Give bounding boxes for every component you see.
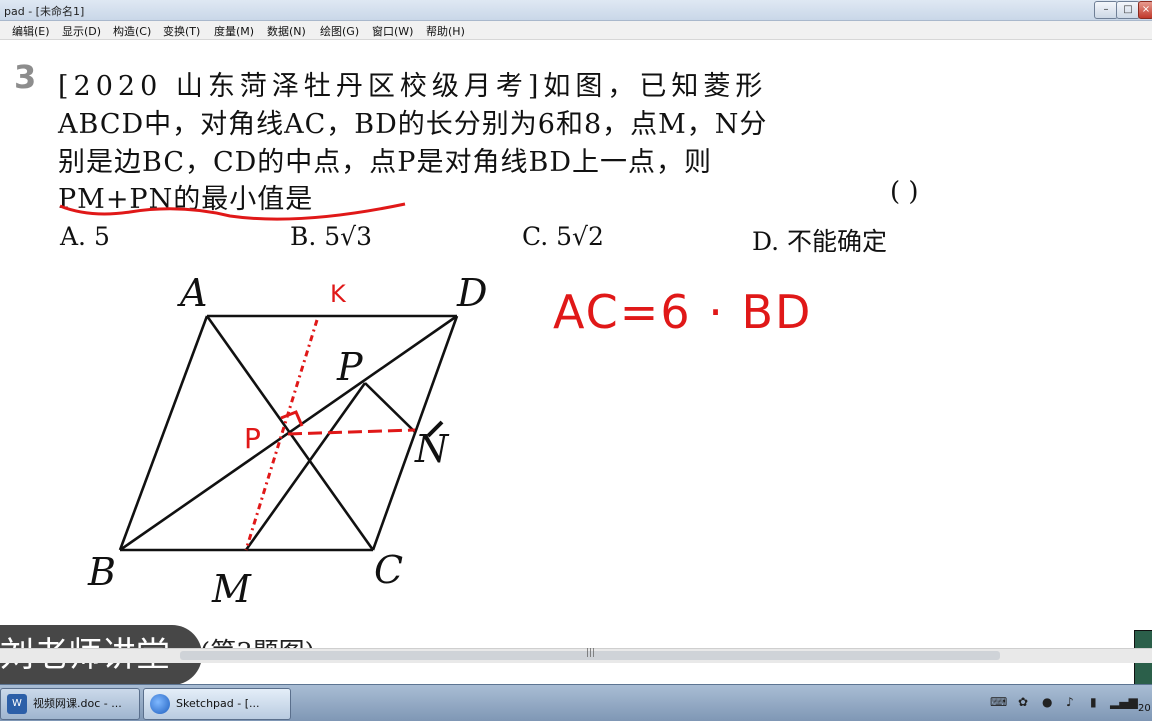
keyboard-icon[interactable]: ⌨ (990, 695, 1007, 709)
menu-bar: 编辑(E) 显示(D) 构造(C) 变换(T) 度量(M) 数据(N) 绘图(G… (0, 21, 1152, 40)
label-n: N (414, 427, 450, 471)
window-title: pad - [未命名1] (4, 5, 85, 18)
edge-ba (118, 315, 209, 551)
signal-icon[interactable]: ▂▄▆ (1110, 695, 1138, 709)
volume-icon[interactable]: ♪ (1066, 695, 1074, 709)
close-button[interactable]: × (1138, 1, 1152, 19)
taskbar: W 视频网课.doc - ... Sketchpad - [... ⌨ ✿ ● ♪… (0, 684, 1152, 721)
menu-display[interactable]: 显示(D) (62, 23, 101, 39)
menu-data[interactable]: 数据(N) (267, 23, 306, 39)
taskbar-item-sketchpad[interactable]: Sketchpad - [... (143, 688, 291, 720)
wechat-icon[interactable]: ● (1042, 695, 1052, 709)
menu-graph[interactable]: 绘图(G) (320, 23, 359, 39)
label-b: B (87, 550, 116, 594)
menu-help[interactable]: 帮助(H) (426, 23, 465, 39)
segment-pn (364, 382, 416, 433)
label-p: P (336, 345, 364, 389)
handwritten-p: P (244, 422, 261, 455)
sketch-canvas[interactable]: 3 [2020 山东菏泽牡丹区校级月考]如图，已知菱形 ABCD中，对角线AC，… (0, 40, 1152, 650)
menu-measure[interactable]: 度量(M) (214, 23, 254, 39)
network-icon[interactable]: ✿ (1018, 695, 1028, 709)
label-c: C (374, 548, 403, 592)
red-underline (59, 202, 406, 221)
handwritten-note: AC=6 · BD (553, 285, 812, 339)
battery-icon[interactable]: ▮ (1090, 695, 1097, 709)
taskbar-item-word-label: 视频网课.doc - ... (33, 697, 122, 710)
red-dashed-line (287, 428, 416, 436)
handwritten-k: K (330, 280, 347, 308)
scrollbar-grip-icon: ||| (586, 648, 596, 658)
segment-mp (244, 382, 367, 551)
clock[interactable]: 20 (1138, 703, 1151, 714)
label-d: D (456, 271, 487, 315)
menu-construct[interactable]: 构造(C) (113, 23, 151, 39)
label-a: A (177, 271, 207, 315)
maximize-button[interactable]: □ (1116, 1, 1140, 19)
taskbar-item-word[interactable]: W 视频网课.doc - ... (0, 688, 140, 720)
title-bar: pad - [未命名1] – □ × (0, 0, 1152, 21)
rhombus-figure: A D B C M N P K P AC=6 · BD (59, 202, 812, 611)
word-doc-icon: W (7, 694, 27, 714)
label-m: M (211, 567, 252, 611)
taskbar-item-sketchpad-label: Sketchpad - [... (176, 697, 260, 710)
menu-window[interactable]: 窗口(W) (372, 23, 413, 39)
menu-transform[interactable]: 变换(T) (163, 23, 200, 39)
sketchpad-icon (150, 694, 170, 714)
minimize-button[interactable]: – (1094, 1, 1118, 19)
menu-edit[interactable]: 编辑(E) (12, 23, 50, 39)
horizontal-scrollbar[interactable]: ||| (0, 648, 1152, 663)
